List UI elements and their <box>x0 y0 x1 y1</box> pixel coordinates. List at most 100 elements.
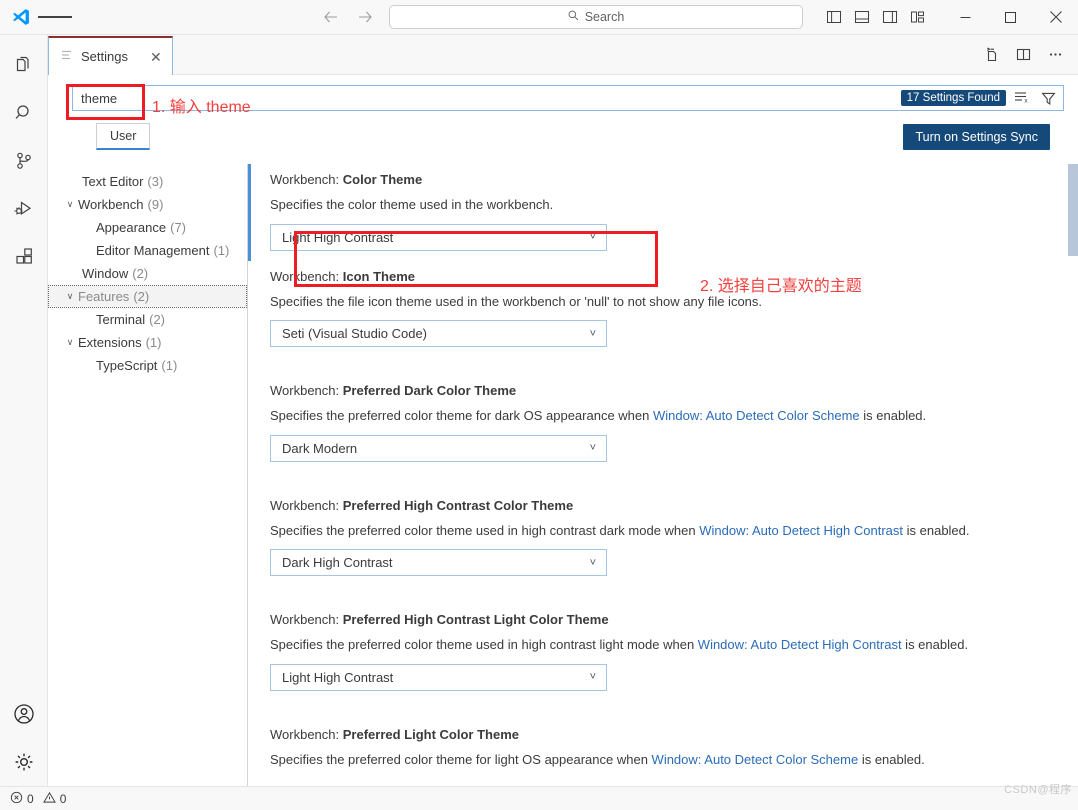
setting-title: Workbench: Color Theme <box>270 172 1054 187</box>
toc-item-features[interactable]: ∨ Features (2) <box>48 285 247 308</box>
toc-label: Extensions <box>78 335 142 350</box>
chevron-down-icon: ˅ <box>589 231 596 244</box>
toc-count: (2) <box>132 266 149 281</box>
workbench-body: Settings ✕ theme 17 Settings Found x Use… <box>0 35 1078 786</box>
setting-category: Workbench: <box>270 612 343 628</box>
warning-triangle-icon <box>42 791 56 807</box>
toc-count: (1) <box>145 335 162 350</box>
search-icon[interactable] <box>0 89 48 137</box>
toc-item-editor-management[interactable]: Editor Management (1) <box>48 239 247 262</box>
toc-item-workbench[interactable]: ∨ Workbench (9) <box>48 193 247 216</box>
setting-title: Workbench: Preferred Light Color Theme <box>270 727 1054 742</box>
tab-settings[interactable]: Settings ✕ <box>48 36 173 75</box>
arrow-right-icon[interactable] <box>355 7 375 27</box>
search-icon <box>567 9 580 25</box>
toc-count: (1) <box>161 358 178 373</box>
setting-row-preferred-high-contrast-light-color-theme: Workbench: Preferred High Contrast Light… <box>248 604 1078 701</box>
setting-dropdown-preferred-high-contrast-color-theme[interactable]: Dark High Contrast ˅ <box>270 549 607 577</box>
toc-item-extensions[interactable]: ∨ Extensions (1) <box>48 331 247 354</box>
toggle-secondary-sidebar-icon[interactable] <box>879 6 901 28</box>
toc-item-terminal[interactable]: Terminal (2) <box>48 308 247 331</box>
clear-search-results-icon[interactable]: x <box>1012 88 1032 108</box>
setting-title: Workbench: Preferred Dark Color Theme <box>270 383 1054 398</box>
settings-list[interactable]: Workbench: Color Theme Specifies the col… <box>248 164 1078 786</box>
setting-link[interactable]: Window: Auto Detect Color Scheme <box>653 408 860 423</box>
turn-on-settings-sync-button[interactable]: Turn on Settings Sync <box>903 123 1050 150</box>
tab-label: Settings <box>81 49 128 64</box>
toc-label: Appearance <box>96 220 167 235</box>
warning-count: 0 <box>59 791 67 806</box>
scope-tab-user[interactable]: User <box>96 123 151 150</box>
gear-icon[interactable] <box>0 738 48 786</box>
desc-text: Specifies the preferred color theme for … <box>270 751 652 767</box>
setting-description: Specifies the file icon theme used in th… <box>270 293 1054 311</box>
desc-text: Specifies the preferred color theme used… <box>270 637 698 653</box>
setting-name: Preferred Dark Color Theme <box>342 383 517 399</box>
setting-dropdown-color-theme[interactable]: Light High Contrast ˅ <box>270 223 607 251</box>
toc-item-typescript[interactable]: TypeScript (1) <box>48 354 247 377</box>
chevron-down-icon: ˅ <box>589 556 596 569</box>
settings-spacer <box>248 701 1078 719</box>
ellipsis-icon[interactable] <box>1044 44 1066 66</box>
window-controls <box>943 0 1078 34</box>
layout-controls <box>823 6 943 28</box>
setting-description: Specifies the preferred color theme for … <box>270 751 1054 769</box>
setting-row-icon-theme: Workbench: Icon Theme Specifies the file… <box>248 261 1078 358</box>
arrow-left-icon[interactable] <box>321 7 341 27</box>
annotation-label-2: 2. 选择自己喜欢的主题 <box>700 278 862 295</box>
title-bar-left <box>0 4 300 30</box>
maximize-icon[interactable] <box>988 0 1033 34</box>
close-icon[interactable] <box>1033 0 1078 34</box>
toc-label: Window <box>82 266 129 281</box>
toc-item-appearance[interactable]: Appearance (7) <box>48 216 247 239</box>
desc-text: is enabled. <box>901 637 969 653</box>
setting-link[interactable]: Window: Auto Detect High Contrast <box>698 637 902 652</box>
toc-count: (7) <box>170 220 187 235</box>
run-debug-icon[interactable] <box>0 185 48 233</box>
toc-item-text-editor[interactable]: Text Editor (3) <box>48 170 247 193</box>
settings-search-controls: 17 Settings Found x <box>900 87 1062 109</box>
setting-name: Preferred High Contrast Light Color Them… <box>342 612 609 628</box>
setting-link[interactable]: Window: Auto Detect Color Scheme <box>652 752 859 767</box>
toc-label: Features <box>78 289 130 304</box>
minimize-icon[interactable] <box>943 0 988 34</box>
setting-title: Workbench: Preferred High Contrast Light… <box>270 612 1054 627</box>
toggle-panel-icon[interactable] <box>851 6 873 28</box>
close-icon[interactable]: ✕ <box>150 50 162 64</box>
desc-text: is enabled. <box>859 408 927 424</box>
setting-dropdown-preferred-dark-color-theme[interactable]: Dark Modern ˅ <box>270 434 607 462</box>
svg-text:x: x <box>1024 98 1028 105</box>
toc-item-window[interactable]: Window (2) <box>48 262 247 285</box>
toc-label: Text Editor <box>82 174 144 189</box>
settings-found-badge: 17 Settings Found <box>900 90 1006 106</box>
command-center-label: Search <box>584 10 625 24</box>
source-control-icon[interactable] <box>0 137 48 185</box>
split-editor-icon[interactable] <box>1012 44 1034 66</box>
setting-link[interactable]: Window: Auto Detect High Contrast <box>699 523 903 538</box>
hamburger-menu-icon[interactable] <box>38 4 72 30</box>
setting-name: Icon Theme <box>342 268 415 284</box>
setting-category: Workbench: <box>270 268 343 284</box>
setting-dropdown-icon-theme[interactable]: Seti (Visual Studio Code) ˅ <box>270 320 607 348</box>
annotation-label-1: 1. 输入 theme <box>152 99 251 116</box>
editor-area: Settings ✕ theme 17 Settings Found x Use… <box>48 35 1078 786</box>
title-bar-right <box>823 0 1078 34</box>
command-center-search[interactable]: Search <box>388 5 803 29</box>
toggle-primary-sidebar-icon[interactable] <box>823 6 845 28</box>
setting-description: Specifies the preferred color theme used… <box>270 636 1054 654</box>
status-problems[interactable]: 0 0 <box>10 791 66 807</box>
watermark: CSDN@程序 <box>1004 784 1072 796</box>
setting-dropdown-preferred-high-contrast-light-color-theme[interactable]: Light High Contrast ˅ <box>270 663 607 691</box>
toc-count: (9) <box>147 197 164 212</box>
extensions-icon[interactable] <box>0 233 48 281</box>
open-json-icon[interactable] <box>980 44 1002 66</box>
status-bar: 0 0 <box>0 786 1078 810</box>
setting-category: Workbench: <box>270 172 343 187</box>
toc-label: Terminal <box>96 312 146 327</box>
filter-icon[interactable] <box>1038 88 1058 108</box>
customize-layout-icon[interactable] <box>907 6 929 28</box>
files-icon[interactable] <box>0 41 48 89</box>
toc-count: (2) <box>149 312 166 327</box>
account-icon[interactable] <box>0 690 48 738</box>
dropdown-value: Seti (Visual Studio Code) <box>282 326 428 342</box>
